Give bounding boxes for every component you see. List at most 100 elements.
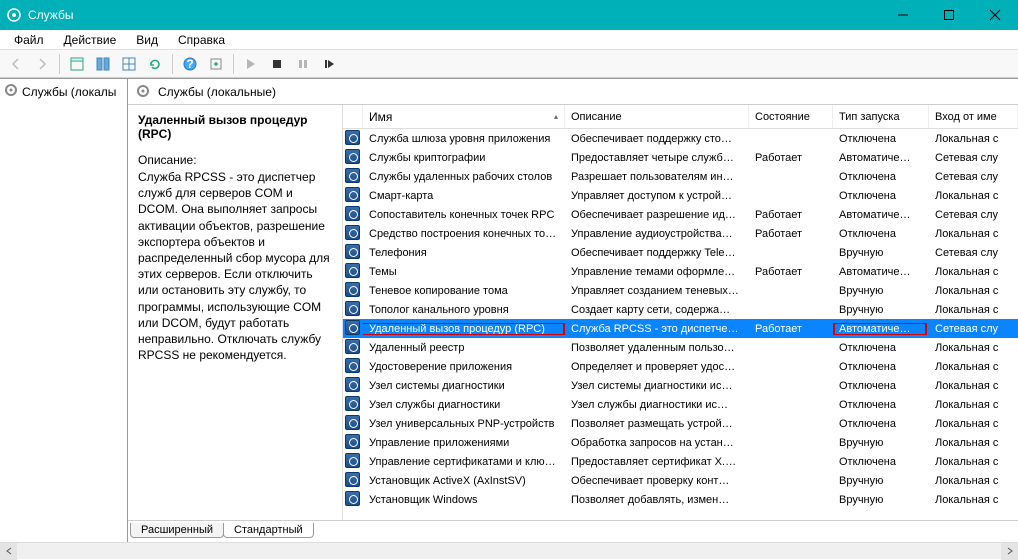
service-startup: Отключена — [833, 228, 929, 240]
service-name: Удостоверение приложения — [363, 361, 565, 373]
start-service-button[interactable] — [239, 52, 263, 76]
menu-action[interactable]: Действие — [56, 31, 125, 49]
service-startup: Вручную — [833, 494, 929, 506]
scroll-left-button[interactable] — [0, 543, 17, 560]
service-name: Удаленный реестр — [363, 342, 565, 354]
service-name: Установщик Windows — [363, 494, 565, 506]
list-body[interactable]: Служба шлюза уровня приложенияОбеспечива… — [343, 129, 1018, 520]
tabs: Расширенный Стандартный — [128, 520, 1018, 542]
nav-forward-button[interactable] — [30, 52, 54, 76]
view-button-2[interactable] — [117, 52, 141, 76]
service-icon — [343, 396, 363, 414]
col-startup[interactable]: Тип запуска — [833, 105, 929, 128]
service-row[interactable]: Узел универсальных PNP-устройствПозволяе… — [343, 414, 1018, 433]
service-row[interactable]: Установщик ActiveX (AxInstSV)Обеспечивае… — [343, 471, 1018, 490]
nav-back-button[interactable] — [4, 52, 28, 76]
stop-service-button[interactable] — [265, 52, 289, 76]
titlebar: Службы — [0, 0, 1018, 30]
minimize-button[interactable] — [880, 0, 926, 30]
service-row[interactable]: Средство построения конечных то…Управлен… — [343, 224, 1018, 243]
service-description: Обработка запросов на устан… — [565, 437, 749, 449]
maximize-button[interactable] — [926, 0, 972, 30]
service-icon — [343, 358, 363, 376]
service-logon: Сетевая слу — [929, 171, 1018, 183]
sort-indicator-icon: ▴ — [554, 112, 558, 121]
service-startup: Отключена — [833, 418, 929, 430]
service-row[interactable]: Тополог канального уровняСоздает карту с… — [343, 300, 1018, 319]
service-icon — [343, 339, 363, 357]
service-row[interactable]: Сопоставитель конечных точек RPCОбеспечи… — [343, 205, 1018, 224]
service-name: Управление приложениями — [363, 437, 565, 449]
service-startup: Отключена — [833, 190, 929, 202]
service-logon: Локальная с — [929, 399, 1018, 411]
service-logon: Локальная с — [929, 342, 1018, 354]
scroll-right-button[interactable] — [1001, 543, 1018, 560]
service-startup: Отключена — [833, 342, 929, 354]
col-logon[interactable]: Вход от име — [929, 105, 1018, 128]
list-header: Имя▴ Описание Состояние Тип запуска Вход… — [343, 105, 1018, 129]
service-logon: Локальная с — [929, 361, 1018, 373]
tab-standard[interactable]: Стандартный — [223, 523, 314, 538]
service-row[interactable]: Смарт-картаУправляет доступом к устрой…О… — [343, 186, 1018, 205]
service-row[interactable]: Удаленный вызов процедур (RPC)Служба RPC… — [343, 319, 1018, 338]
service-row[interactable]: Управление приложениямиОбработка запросо… — [343, 433, 1018, 452]
col-state[interactable]: Состояние — [749, 105, 833, 128]
service-name: Смарт-карта — [363, 190, 565, 202]
service-description: Управляет созданием теневых… — [565, 285, 749, 297]
service-startup: Вручную — [833, 247, 929, 259]
restart-service-button[interactable] — [317, 52, 341, 76]
service-description: Позволяет размещать устрой… — [565, 418, 749, 430]
service-row[interactable]: Установщик WindowsПозволяет добавлять, и… — [343, 490, 1018, 509]
service-icon — [343, 453, 363, 471]
service-row[interactable]: Управление сертификатами и клю…Предостав… — [343, 452, 1018, 471]
service-row[interactable]: Теневое копирование томаУправляет создан… — [343, 281, 1018, 300]
service-row[interactable]: Узел службы диагностикиУзел службы диагн… — [343, 395, 1018, 414]
service-state: Работает — [749, 209, 833, 221]
tree-item-services[interactable]: Службы (локалы — [2, 81, 125, 102]
service-row[interactable]: Службы криптографииПредоставляет четыре … — [343, 148, 1018, 167]
gear-icon — [4, 83, 18, 100]
menu-help[interactable]: Справка — [170, 31, 233, 49]
toolbar: ? — [0, 50, 1018, 78]
service-logon: Локальная с — [929, 285, 1018, 297]
help-button[interactable]: ? — [178, 52, 202, 76]
service-logon: Локальная с — [929, 437, 1018, 449]
service-row[interactable]: Узел системы диагностикиУзел системы диа… — [343, 376, 1018, 395]
menubar: Файл Действие Вид Справка — [0, 30, 1018, 50]
service-icon — [343, 377, 363, 395]
service-row[interactable]: Службы удаленных рабочих столовРазрешает… — [343, 167, 1018, 186]
col-icon[interactable] — [343, 105, 363, 128]
service-icon — [343, 225, 363, 243]
toolbar-separator — [59, 54, 60, 74]
service-name: Удаленный вызов процедур (RPC) — [363, 323, 565, 335]
service-name: Узел службы диагностики — [363, 399, 565, 411]
service-icon — [343, 491, 363, 509]
service-row[interactable]: ТемыУправление темами оформле…РаботаетАв… — [343, 262, 1018, 281]
service-name: Средство построения конечных то… — [363, 228, 565, 240]
service-name: Узел универсальных PNP-устройств — [363, 418, 565, 430]
refresh-button[interactable] — [143, 52, 167, 76]
service-row[interactable]: ТелефонияОбеспечивает поддержку Tele…Вру… — [343, 243, 1018, 262]
service-icon — [343, 301, 363, 319]
service-name: Телефония — [363, 247, 565, 259]
view-button-1[interactable] — [91, 52, 115, 76]
service-logon: Сетевая слу — [929, 323, 1018, 335]
menu-view[interactable]: Вид — [128, 31, 166, 49]
export-button[interactable] — [204, 52, 228, 76]
service-row[interactable]: Служба шлюза уровня приложенияОбеспечива… — [343, 129, 1018, 148]
service-row[interactable]: Удаленный реестрПозволяет удаленным поль… — [343, 338, 1018, 357]
service-state: Работает — [749, 152, 833, 164]
service-icon — [343, 149, 363, 167]
service-name: Управление сертификатами и клю… — [363, 456, 565, 468]
properties-button[interactable] — [65, 52, 89, 76]
service-logon: Сетевая слу — [929, 209, 1018, 221]
col-description[interactable]: Описание — [565, 105, 749, 128]
service-description: Обеспечивает поддержку сто… — [565, 133, 749, 145]
menu-file[interactable]: Файл — [6, 31, 52, 49]
horizontal-scrollbar[interactable] — [0, 542, 1018, 559]
tab-extended[interactable]: Расширенный — [130, 523, 224, 538]
col-name[interactable]: Имя▴ — [363, 105, 565, 128]
pause-service-button[interactable] — [291, 52, 315, 76]
service-row[interactable]: Удостоверение приложенияОпределяет и про… — [343, 357, 1018, 376]
close-button[interactable] — [972, 0, 1018, 30]
